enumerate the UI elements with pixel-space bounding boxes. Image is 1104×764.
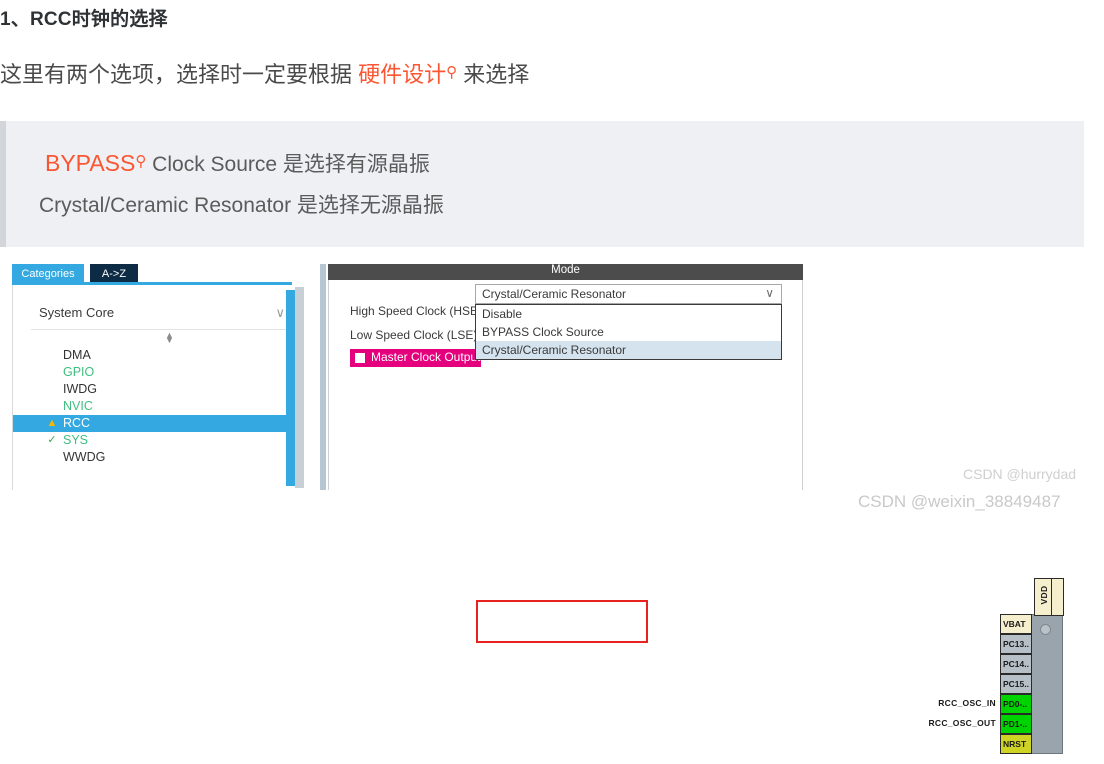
sidebar-item-gpio[interactable]: GPIO	[13, 364, 293, 381]
check-icon: ✓	[47, 434, 57, 446]
sidebar-item-label: GPIO	[63, 365, 95, 379]
label-high-speed-clock: High Speed Clock (HSE)	[350, 304, 483, 318]
peripheral-badge	[45, 381, 59, 398]
search-icon: ⚲	[135, 153, 147, 170]
pin-pc13[interactable]: PC13..	[1000, 634, 1032, 654]
chevron-down-icon[interactable]: ∨	[765, 286, 774, 300]
mode-panel-left-edge	[320, 264, 326, 490]
sidebar-scrollbar-thumb[interactable]	[286, 290, 295, 486]
sidebar-item-wwdg[interactable]: WWDG	[13, 449, 293, 466]
page-title: 1、RCC时钟的选择	[0, 9, 168, 30]
pin-vbat[interactable]: VBAT	[1000, 614, 1032, 634]
hse-select[interactable]: Crystal/Ceramic Resonator ∨	[475, 284, 782, 304]
pin-vdd[interactable]: VDD	[1034, 578, 1052, 616]
chip-pin-diagram: VDD VBAT PC13.. PC14.. PC15.. PD0-.. PD1…	[928, 564, 1104, 764]
peripheral-badge	[45, 347, 59, 364]
pin-vdd-extension	[1052, 578, 1064, 616]
keyword-hardware-design[interactable]: 硬件设计	[358, 62, 446, 87]
pin-pd1[interactable]: PD1-..	[1000, 714, 1032, 734]
sidebar-item-label: DMA	[63, 348, 91, 362]
sidebar-item-dma[interactable]: DMA	[13, 347, 293, 364]
sidebar-item-label: SYS	[63, 433, 89, 447]
pin-pc14[interactable]: PC14..	[1000, 654, 1032, 674]
dropdown-option-bypass[interactable]: BYPASS Clock Source	[476, 323, 781, 341]
sidebar-item-label: RCC	[63, 416, 91, 430]
pin-nrst[interactable]: NRST	[1000, 734, 1032, 754]
peripheral-badge	[45, 398, 59, 415]
watermark-bottom: CSDN @weixin_38849487	[858, 492, 1061, 511]
sidebar-item-sys[interactable]: ✓ SYS	[13, 432, 293, 449]
peripheral-badge	[45, 364, 59, 381]
group-system-core[interactable]: System Core ∨	[31, 303, 289, 330]
tab-categories[interactable]: Categories	[12, 264, 84, 282]
paragraph-text-before: 这里有两个选项，选择时一定要根据	[0, 62, 359, 87]
sidebar-item-label: NVIC	[63, 399, 93, 413]
tab-a-to-z[interactable]: A->Z	[90, 264, 138, 282]
sidebar-body: System Core ∨ ▲ ▼ DMA GPIO IWDG NVIC ▲ R…	[12, 285, 307, 490]
sidebar-item-label: WWDG	[63, 450, 106, 464]
master-clock-output-row[interactable]: Master Clock Output	[350, 349, 481, 367]
quote-line-crystal: Crystal/Ceramic Resonator 是选择无源晶振	[39, 194, 444, 217]
pin-pc15[interactable]: PC15..	[1000, 674, 1032, 694]
dropdown-option-crystal[interactable]: Crystal/Ceramic Resonator	[476, 341, 781, 359]
label-low-speed-clock: Low Speed Clock (LSE)	[350, 328, 478, 342]
sidebar-item-nvic[interactable]: NVIC	[13, 398, 293, 415]
dropdown-option-disable[interactable]: Disable	[476, 305, 781, 323]
mode-panel: Mode High Speed Clock (HSE) Low Speed Cl…	[320, 264, 815, 490]
red-annotation-box	[476, 600, 648, 643]
hse-select-value: Crystal/Ceramic Resonator	[482, 287, 627, 301]
search-icon: ⚲	[446, 64, 458, 81]
signal-label-rcc-osc-out: RCC_OSC_OUT	[928, 718, 996, 728]
peripheral-list: DMA GPIO IWDG NVIC ▲ RCC ✓ SYS WWDG	[13, 347, 293, 466]
sidebar-item-iwdg[interactable]: IWDG	[13, 381, 293, 398]
sidebar-tab-strip: Categories A->Z	[12, 264, 307, 282]
article-paragraph: 这里有两个选项，选择时一定要根据 硬件设计⚲ 来选择	[0, 64, 529, 86]
watermark-inner: CSDN @hurrydad	[963, 466, 1077, 482]
warning-icon: ▲	[46, 417, 58, 429]
master-clock-output-checkbox[interactable]	[355, 353, 365, 363]
pin-vdd-label: VDD	[1039, 585, 1049, 605]
quote-line-bypass: BYPASS⚲ Clock Source 是选择有源晶振	[45, 148, 430, 178]
quote-line-bypass-rest: Clock Source 是选择有源晶振	[146, 153, 430, 176]
sidebar-panel: Categories A->Z System Core ∨ ▲ ▼ DMA GPI…	[12, 264, 307, 490]
peripheral-badge	[45, 449, 59, 466]
hse-dropdown-list[interactable]: Disable BYPASS Clock Source Crystal/Cera…	[475, 304, 782, 360]
signal-label-rcc-osc-in: RCC_OSC_IN	[938, 698, 996, 708]
sidebar-scrollbar-track[interactable]	[295, 287, 304, 488]
up-down-spinner-icon[interactable]: ▲ ▼	[165, 331, 174, 345]
cubemx-screenshot: Categories A->Z System Core ∨ ▲ ▼ DMA GPI…	[0, 264, 1104, 754]
sidebar-item-label: IWDG	[63, 382, 98, 396]
chip-body	[1030, 614, 1063, 754]
quote-block: BYPASS⚲ Clock Source 是选择有源晶振 Crystal/Cer…	[0, 121, 1084, 247]
master-clock-output-label: Master Clock Output	[371, 350, 481, 364]
group-system-core-label: System Core	[39, 305, 115, 320]
sidebar-item-rcc[interactable]: ▲ RCC	[13, 415, 293, 432]
mode-panel-title: Mode	[328, 264, 803, 280]
keyword-bypass[interactable]: BYPASS	[45, 150, 135, 176]
chip-pin1-marker-icon	[1040, 624, 1051, 635]
chevron-down-icon[interactable]: ∨	[275, 305, 285, 321]
paragraph-text-after: 来选择	[457, 62, 530, 87]
pin-pd0[interactable]: PD0-..	[1000, 694, 1032, 714]
